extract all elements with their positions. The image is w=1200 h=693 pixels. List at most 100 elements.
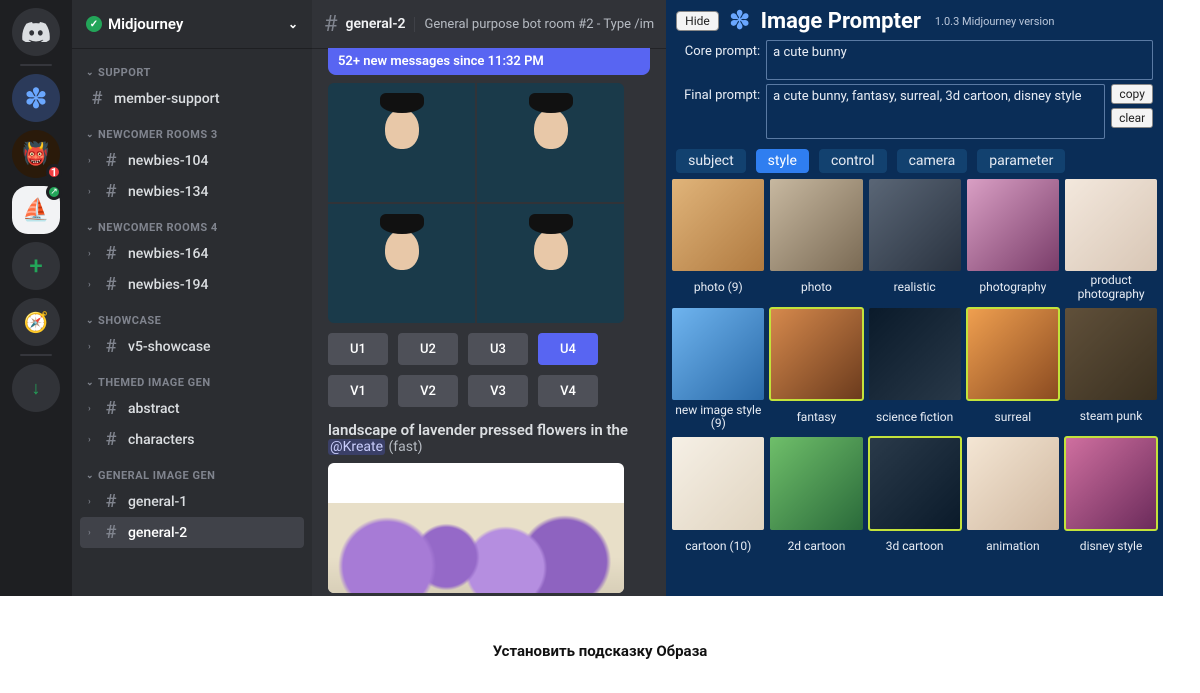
- thumb-caption: fantasy: [797, 403, 837, 431]
- caret-down-icon: ⌄: [86, 378, 94, 388]
- tab-parameter[interactable]: parameter: [977, 149, 1065, 173]
- hash-icon: #: [102, 150, 120, 171]
- prompter-title-text: Image Prompter: [761, 9, 921, 34]
- channel-category[interactable]: ⌄NEWCOMER ROOMS 4: [80, 207, 304, 238]
- style-thumb-science-fiction[interactable]: science fiction: [869, 308, 961, 431]
- prompt-message: landscape of lavender pressed flowers in…: [328, 421, 650, 439]
- style-thumb-photo[interactable]: photo: [770, 179, 862, 302]
- image-prompter-panel: Hide ✽ Image Prompter 1.0.3 Midjourney v…: [666, 0, 1163, 596]
- hash-icon: #: [102, 181, 120, 202]
- tab-control[interactable]: control: [819, 149, 887, 173]
- caret-right-icon: ›: [88, 497, 94, 507]
- boat-icon: ⛵: [22, 198, 49, 223]
- discord-home[interactable]: [12, 8, 60, 56]
- channel-category[interactable]: ⌄SHOWCASE: [80, 300, 304, 331]
- style-thumb-new-image-style-9-[interactable]: new image style (9): [672, 308, 764, 431]
- discord-logo-icon: [22, 22, 50, 42]
- thumb-caption: cartoon (10): [685, 533, 751, 561]
- image-grid[interactable]: [328, 83, 624, 323]
- final-prompt-input[interactable]: [766, 84, 1105, 139]
- thumb-image: [869, 437, 961, 529]
- caret-right-icon: ›: [88, 280, 94, 290]
- channel-category[interactable]: ⌄GENERAL IMAGE GEN: [80, 455, 304, 486]
- channel-characters[interactable]: ›#characters: [80, 424, 304, 455]
- core-prompt-row: Core prompt:: [666, 38, 1163, 82]
- server-other-1[interactable]: 👹 1: [12, 130, 60, 178]
- download-icon: ↓: [32, 378, 41, 399]
- style-thumb-surreal[interactable]: surreal: [967, 308, 1059, 431]
- chat-body: U1 U2 U3 U4 V1 V2 V3 V4 landscape of lavender …: [312, 83, 666, 596]
- explore-servers-button[interactable]: 🧭: [12, 298, 60, 346]
- variation-v4-button[interactable]: V4: [538, 375, 598, 407]
- rail-separator-2: [20, 354, 52, 356]
- add-server-button[interactable]: +: [12, 242, 60, 290]
- thumb-image: [967, 179, 1059, 271]
- channel-sidebar: ✓ Midjourney ⌄ ⌄SUPPORT#member-support⌄N…: [72, 0, 312, 596]
- style-thumb-animation[interactable]: animation: [967, 437, 1059, 560]
- category-label: THEMED IMAGE GEN: [98, 376, 211, 389]
- channel-general-2[interactable]: ›#general-2: [80, 517, 304, 548]
- style-thumb-realistic[interactable]: realistic: [869, 179, 961, 302]
- style-thumb-disney-style[interactable]: disney style: [1065, 437, 1157, 560]
- tab-subject[interactable]: subject: [676, 149, 746, 173]
- variation-v2-button[interactable]: V2: [398, 375, 458, 407]
- channel-abstract[interactable]: ›#abstract: [80, 393, 304, 424]
- hash-icon: #: [88, 88, 106, 109]
- upscale-u1-button[interactable]: U1: [328, 333, 388, 365]
- caret-right-icon: ›: [88, 342, 94, 352]
- style-thumb-photo-9-[interactable]: photo (9): [672, 179, 764, 302]
- channel-category[interactable]: ⌄SUPPORT: [80, 52, 304, 83]
- variation-button-row: V1 V2 V3 V4: [328, 375, 650, 407]
- channel-member-support[interactable]: #member-support: [80, 83, 304, 114]
- channel-newbies-134[interactable]: ›#newbies-134: [80, 176, 304, 207]
- server-header[interactable]: ✓ Midjourney ⌄: [72, 0, 312, 48]
- core-prompt-label: Core prompt:: [676, 40, 760, 59]
- new-messages-bar[interactable]: 52+ new messages since 11:32 PM: [328, 48, 650, 75]
- style-thumb-3d-cartoon[interactable]: 3d cartoon: [869, 437, 961, 560]
- channel-label: newbies-104: [128, 153, 208, 169]
- page-caption: Установить подсказку Образа: [0, 642, 1200, 660]
- style-thumb-product-photography[interactable]: product photography: [1065, 179, 1157, 302]
- thumb-image: [1065, 179, 1157, 271]
- core-prompt-input[interactable]: [766, 40, 1153, 80]
- channel-newbies-164[interactable]: ›#newbies-164: [80, 238, 304, 269]
- channel-newbies-194[interactable]: ›#newbies-194: [80, 269, 304, 300]
- variation-v3-button[interactable]: V3: [468, 375, 528, 407]
- hash-icon: #: [102, 522, 120, 543]
- style-thumb-2d-cartoon[interactable]: 2d cartoon: [770, 437, 862, 560]
- download-apps-button[interactable]: ↓: [12, 364, 60, 412]
- user-mention[interactable]: @Kreate: [328, 439, 385, 455]
- style-thumb-photography[interactable]: photography: [967, 179, 1059, 302]
- hide-button[interactable]: Hide: [676, 11, 719, 31]
- style-thumb-cartoon-10-[interactable]: cartoon (10): [672, 437, 764, 560]
- server-midjourney[interactable]: ✽: [12, 74, 60, 122]
- tab-camera[interactable]: camera: [897, 149, 968, 173]
- style-thumb-fantasy[interactable]: fantasy: [770, 308, 862, 431]
- thumb-caption: photo: [801, 274, 832, 302]
- upscale-u4-button[interactable]: U4: [538, 333, 598, 365]
- channel-newbies-104[interactable]: ›#newbies-104: [80, 145, 304, 176]
- upscale-u2-button[interactable]: U2: [398, 333, 458, 365]
- channel-general-1[interactable]: ›#general-1: [80, 486, 304, 517]
- gen-image-2: [477, 83, 624, 202]
- channel-category[interactable]: ⌄ THEMED IMAGE GEN: [80, 362, 304, 393]
- hash-icon: #: [102, 429, 120, 450]
- variation-v1-button[interactable]: V1: [328, 375, 388, 407]
- channel-v5-showcase[interactable]: ›#v5-showcase: [80, 331, 304, 362]
- copy-button[interactable]: copy: [1111, 84, 1153, 104]
- clear-button[interactable]: clear: [1111, 108, 1153, 128]
- upscale-u3-button[interactable]: U3: [468, 333, 528, 365]
- mention-suffix: (fast): [389, 439, 423, 455]
- channel-category[interactable]: ⌄NEWCOMER ROOMS 3: [80, 114, 304, 145]
- rail-separator: [20, 64, 52, 66]
- thumb-image: [770, 308, 862, 400]
- thumb-image: [967, 308, 1059, 400]
- style-thumb-steam-punk[interactable]: steam punk: [1065, 308, 1157, 431]
- channel-title: general-2: [346, 16, 406, 32]
- hash-icon: #: [102, 491, 120, 512]
- channel-description: General purpose bot room #2 - Type /im: [414, 17, 655, 32]
- thumb-caption: new image style (9): [672, 403, 764, 431]
- server-other-2[interactable]: ⛵ ↗: [12, 186, 60, 234]
- lavender-image[interactable]: [328, 463, 624, 593]
- tab-style[interactable]: style: [756, 149, 809, 173]
